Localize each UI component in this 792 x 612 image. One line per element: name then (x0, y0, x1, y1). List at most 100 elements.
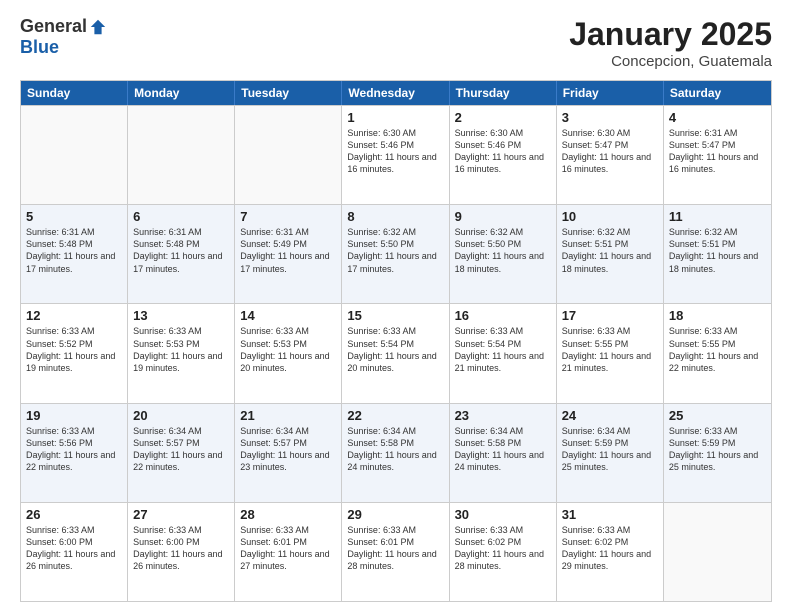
weekday-header-monday: Monday (128, 81, 235, 105)
day-number: 30 (455, 507, 551, 522)
calendar-cell: 30 Sunrise: 6:33 AM Sunset: 6:02 PM Dayli… (450, 503, 557, 601)
day-info: Sunrise: 6:30 AM Sunset: 5:47 PM Dayligh… (562, 127, 658, 176)
day-number: 17 (562, 308, 658, 323)
calendar-subtitle: Concepcion, Guatemala (569, 53, 772, 70)
calendar-cell: 8 Sunrise: 6:32 AM Sunset: 5:50 PM Daylig… (342, 205, 449, 303)
day-number: 11 (669, 209, 766, 224)
day-info: Sunrise: 6:33 AM Sunset: 6:02 PM Dayligh… (455, 524, 551, 573)
day-info: Sunrise: 6:33 AM Sunset: 6:01 PM Dayligh… (347, 524, 443, 573)
calendar-cell: 26 Sunrise: 6:33 AM Sunset: 6:00 PM Dayli… (21, 503, 128, 601)
calendar-row-4: 19Sunrise: 6:33 AM Sunset: 5:56 PM Dayli… (21, 403, 771, 502)
day-info: Sunrise: 6:33 AM Sunset: 5:59 PM Dayligh… (669, 425, 766, 474)
calendar-cell: 22 Sunrise: 6:34 AM Sunset: 5:58 PM Dayli… (342, 404, 449, 502)
day-number: 13 (133, 308, 229, 323)
day-info: Sunrise: 6:34 AM Sunset: 5:57 PM Dayligh… (133, 425, 229, 474)
day-number: 26 (26, 507, 122, 522)
day-number: 1 (347, 110, 443, 125)
calendar-cell (664, 503, 771, 601)
day-info: Sunrise: 6:33 AM Sunset: 6:00 PM Dayligh… (26, 524, 122, 573)
calendar-cell: 31Sunrise: 6:33 AM Sunset: 6:02 PM Dayli… (557, 503, 664, 601)
page: General Blue January 2025 Concepcion, Gu… (0, 0, 792, 612)
day-number: 25 (669, 408, 766, 423)
weekday-header-sunday: Sunday (21, 81, 128, 105)
calendar-cell: 7 Sunrise: 6:31 AM Sunset: 5:49 PM Daylig… (235, 205, 342, 303)
calendar-cell: 5Sunrise: 6:31 AM Sunset: 5:48 PM Daylig… (21, 205, 128, 303)
day-info: Sunrise: 6:32 AM Sunset: 5:51 PM Dayligh… (562, 226, 658, 275)
calendar-body: 1Sunrise: 6:30 AM Sunset: 5:46 PM Daylig… (21, 105, 771, 601)
weekday-header-tuesday: Tuesday (235, 81, 342, 105)
calendar-cell: 20 Sunrise: 6:34 AM Sunset: 5:57 PM Dayli… (128, 404, 235, 502)
header: General Blue January 2025 Concepcion, Gu… (20, 16, 772, 70)
day-info: Sunrise: 6:34 AM Sunset: 5:58 PM Dayligh… (455, 425, 551, 474)
day-number: 22 (347, 408, 443, 423)
day-info: Sunrise: 6:31 AM Sunset: 5:48 PM Dayligh… (26, 226, 122, 275)
day-number: 24 (562, 408, 658, 423)
calendar-row-5: 26 Sunrise: 6:33 AM Sunset: 6:00 PM Dayli… (21, 502, 771, 601)
day-info: Sunrise: 6:33 AM Sunset: 6:00 PM Dayligh… (133, 524, 229, 573)
day-info: Sunrise: 6:33 AM Sunset: 6:01 PM Dayligh… (240, 524, 336, 573)
calendar-cell: 11 Sunrise: 6:32 AM Sunset: 5:51 PM Dayli… (664, 205, 771, 303)
day-number: 8 (347, 209, 443, 224)
day-info: Sunrise: 6:31 AM Sunset: 5:48 PM Dayligh… (133, 226, 229, 275)
day-info: Sunrise: 6:33 AM Sunset: 5:52 PM Dayligh… (26, 325, 122, 374)
calendar: SundayMondayTuesdayWednesdayThursdayFrid… (20, 80, 772, 602)
calendar-cell: 3 Sunrise: 6:30 AM Sunset: 5:47 PM Daylig… (557, 106, 664, 204)
calendar-cell (128, 106, 235, 204)
day-number: 31 (562, 507, 658, 522)
calendar-cell: 17 Sunrise: 6:33 AM Sunset: 5:55 PM Dayli… (557, 304, 664, 402)
weekday-header-saturday: Saturday (664, 81, 771, 105)
calendar-cell (21, 106, 128, 204)
day-number: 12 (26, 308, 122, 323)
logo: General Blue (20, 16, 107, 58)
logo-blue-text: Blue (20, 37, 59, 58)
day-number: 2 (455, 110, 551, 125)
day-number: 20 (133, 408, 229, 423)
calendar-cell: 2Sunrise: 6:30 AM Sunset: 5:46 PM Daylig… (450, 106, 557, 204)
calendar-cell: 21Sunrise: 6:34 AM Sunset: 5:57 PM Dayli… (235, 404, 342, 502)
day-number: 16 (455, 308, 551, 323)
calendar-cell: 19Sunrise: 6:33 AM Sunset: 5:56 PM Dayli… (21, 404, 128, 502)
calendar-row-3: 12 Sunrise: 6:33 AM Sunset: 5:52 PM Dayli… (21, 303, 771, 402)
calendar-row-2: 5Sunrise: 6:31 AM Sunset: 5:48 PM Daylig… (21, 204, 771, 303)
title-block: January 2025 Concepcion, Guatemala (569, 16, 772, 70)
day-number: 6 (133, 209, 229, 224)
day-info: Sunrise: 6:32 AM Sunset: 5:50 PM Dayligh… (455, 226, 551, 275)
day-number: 3 (562, 110, 658, 125)
calendar-cell: 1Sunrise: 6:30 AM Sunset: 5:46 PM Daylig… (342, 106, 449, 204)
calendar-cell: 6 Sunrise: 6:31 AM Sunset: 5:48 PM Daylig… (128, 205, 235, 303)
day-number: 21 (240, 408, 336, 423)
calendar-cell: 10 Sunrise: 6:32 AM Sunset: 5:51 PM Dayli… (557, 205, 664, 303)
day-info: Sunrise: 6:33 AM Sunset: 5:54 PM Dayligh… (347, 325, 443, 374)
day-info: Sunrise: 6:32 AM Sunset: 5:51 PM Dayligh… (669, 226, 766, 275)
calendar-row-1: 1Sunrise: 6:30 AM Sunset: 5:46 PM Daylig… (21, 105, 771, 204)
calendar-cell: 13 Sunrise: 6:33 AM Sunset: 5:53 PM Dayli… (128, 304, 235, 402)
day-info: Sunrise: 6:31 AM Sunset: 5:47 PM Dayligh… (669, 127, 766, 176)
day-info: Sunrise: 6:33 AM Sunset: 5:55 PM Dayligh… (669, 325, 766, 374)
calendar-cell: 15 Sunrise: 6:33 AM Sunset: 5:54 PM Dayli… (342, 304, 449, 402)
logo-general-text: General (20, 16, 87, 37)
day-info: Sunrise: 6:32 AM Sunset: 5:50 PM Dayligh… (347, 226, 443, 275)
day-number: 14 (240, 308, 336, 323)
calendar-cell: 28 Sunrise: 6:33 AM Sunset: 6:01 PM Dayli… (235, 503, 342, 601)
calendar-cell (235, 106, 342, 204)
day-number: 10 (562, 209, 658, 224)
calendar-cell: 9 Sunrise: 6:32 AM Sunset: 5:50 PM Daylig… (450, 205, 557, 303)
weekday-header-friday: Friday (557, 81, 664, 105)
day-number: 19 (26, 408, 122, 423)
calendar-cell: 25 Sunrise: 6:33 AM Sunset: 5:59 PM Dayli… (664, 404, 771, 502)
day-info: Sunrise: 6:33 AM Sunset: 5:55 PM Dayligh… (562, 325, 658, 374)
day-number: 15 (347, 308, 443, 323)
day-info: Sunrise: 6:33 AM Sunset: 5:53 PM Dayligh… (240, 325, 336, 374)
day-number: 7 (240, 209, 336, 224)
day-number: 29 (347, 507, 443, 522)
day-number: 4 (669, 110, 766, 125)
calendar-cell: 29 Sunrise: 6:33 AM Sunset: 6:01 PM Dayli… (342, 503, 449, 601)
day-number: 28 (240, 507, 336, 522)
day-info: Sunrise: 6:33 AM Sunset: 5:53 PM Dayligh… (133, 325, 229, 374)
calendar-cell: 23Sunrise: 6:34 AM Sunset: 5:58 PM Dayli… (450, 404, 557, 502)
day-info: Sunrise: 6:33 AM Sunset: 5:54 PM Dayligh… (455, 325, 551, 374)
day-number: 9 (455, 209, 551, 224)
calendar-cell: 18Sunrise: 6:33 AM Sunset: 5:55 PM Dayli… (664, 304, 771, 402)
day-info: Sunrise: 6:34 AM Sunset: 5:58 PM Dayligh… (347, 425, 443, 474)
day-info: Sunrise: 6:31 AM Sunset: 5:49 PM Dayligh… (240, 226, 336, 275)
